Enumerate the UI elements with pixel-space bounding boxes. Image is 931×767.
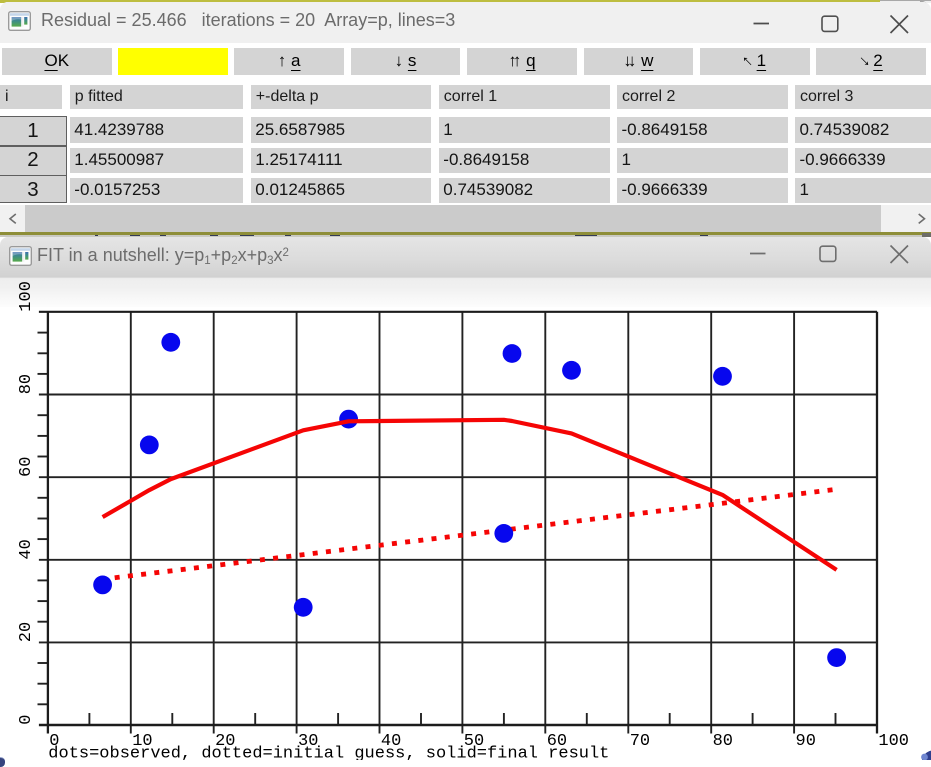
svg-text:dots=observed, dotted=initial: dots=observed, dotted=initial guess, sol… <box>48 745 609 761</box>
svg-text:70: 70 <box>630 732 650 751</box>
svg-text:100: 100 <box>17 281 36 312</box>
svg-text:80: 80 <box>713 732 733 751</box>
svg-text:100: 100 <box>878 732 909 751</box>
svg-text:60: 60 <box>17 457 36 477</box>
svg-text:90: 90 <box>796 732 816 751</box>
svg-text:80: 80 <box>17 374 36 394</box>
svg-text:0: 0 <box>17 715 36 725</box>
svg-text:20: 20 <box>17 622 36 642</box>
svg-text:40: 40 <box>17 539 36 559</box>
